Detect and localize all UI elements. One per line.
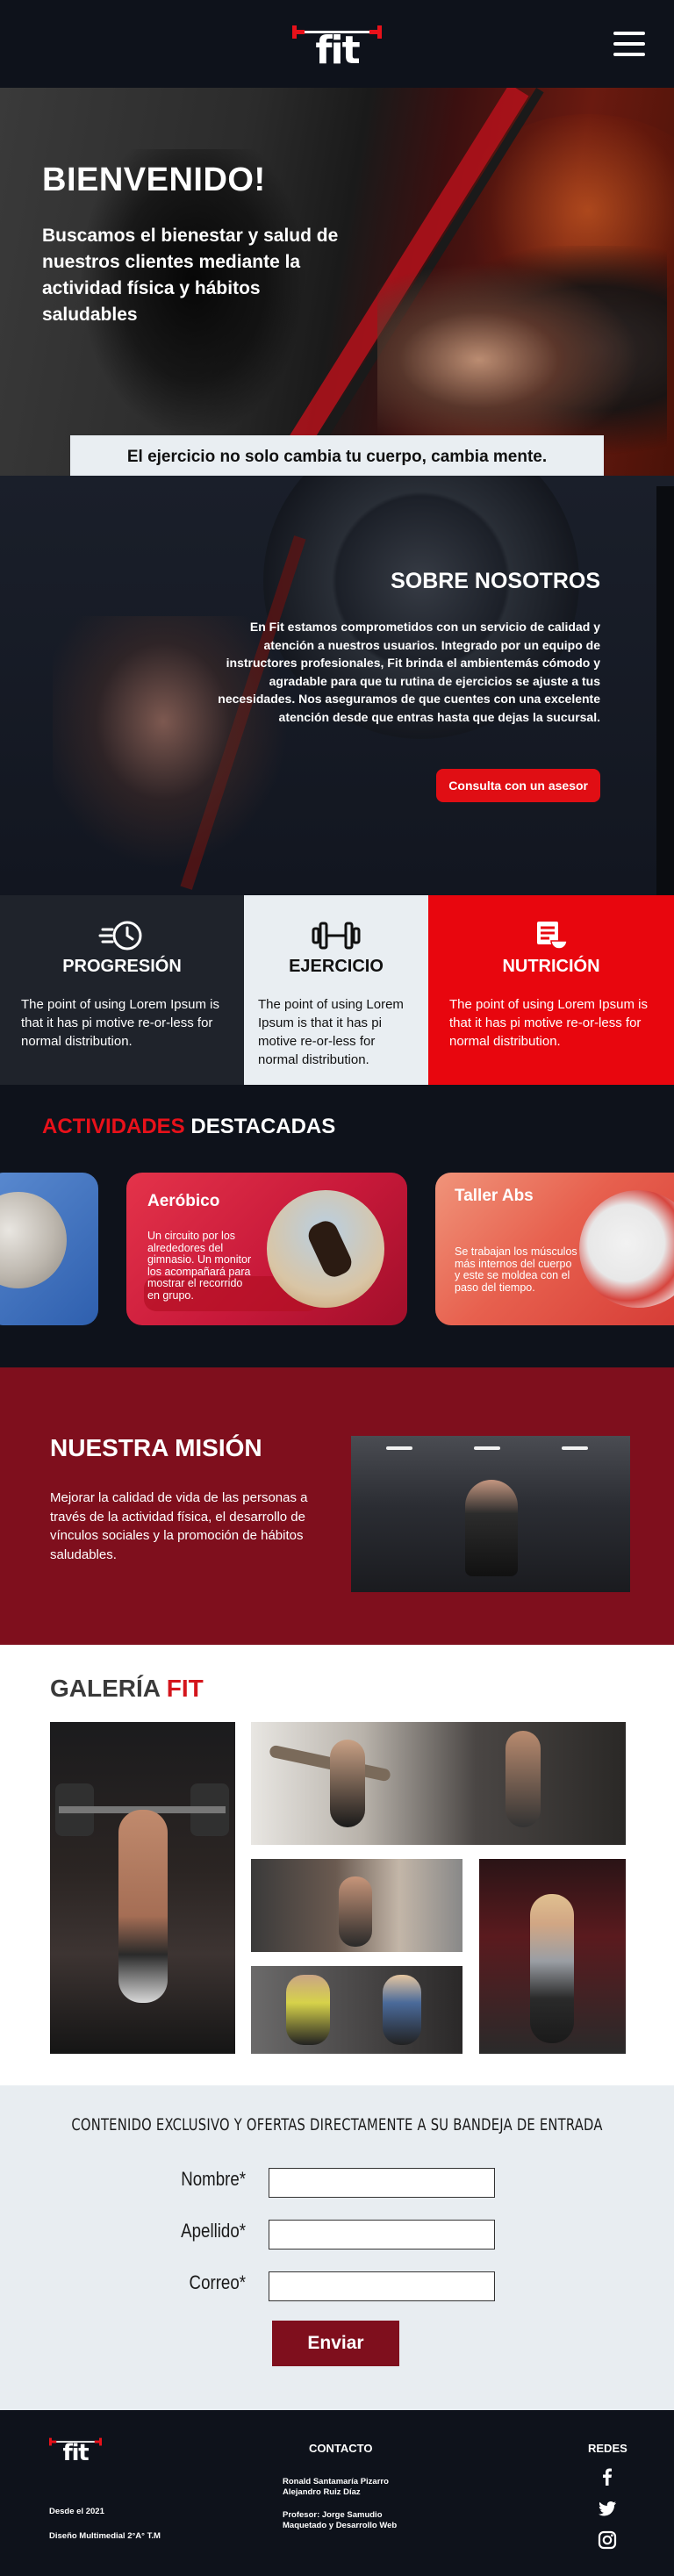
feature-title: PROGRESIÓN bbox=[62, 957, 182, 976]
footer-author-1: Ronald Santamaría Pizarro bbox=[283, 2477, 389, 2486]
activities-section: ACTIVIDADES DESTACADAS Aeróbico Un circu… bbox=[0, 1085, 674, 1367]
gallery-image-battle-ropes[interactable] bbox=[251, 1722, 626, 1845]
fit-logo[interactable]: fit bbox=[292, 18, 382, 70]
gallery-image-training[interactable] bbox=[251, 1859, 462, 1952]
hamburger-menu-icon[interactable] bbox=[613, 32, 645, 56]
first-name-input[interactable] bbox=[269, 2168, 495, 2198]
activities-title: ACTIVIDADES DESTACADAS bbox=[42, 1115, 335, 1139]
features-row: PROGRESIÓN The point of using Lorem Ipsu… bbox=[0, 895, 674, 1085]
mission-gym-photo bbox=[351, 1436, 630, 1592]
first-name-label: Nombre* bbox=[181, 2168, 246, 2190]
hero-quote-banner: El ejercicio no solo cambia tu cuerpo, c… bbox=[70, 435, 604, 476]
site-footer: fit Desde el 2021 Diseño Multimedial 2°A… bbox=[0, 2410, 674, 2576]
gallery-title: GALERÍA FIT bbox=[50, 1675, 204, 1703]
activities-title-rest: DESTACADAS bbox=[184, 1115, 336, 1138]
feature-title: NUTRICIÓN bbox=[502, 957, 600, 976]
hero-section: BIENVENIDO! Buscamos el bienestar y salu… bbox=[0, 88, 674, 476]
footer-contact-title: CONTACTO bbox=[309, 2442, 373, 2455]
mission-text: Mejorar la calidad de vida de las person… bbox=[50, 1490, 308, 1562]
gallery-section: GALERÍA FIT bbox=[0, 1645, 674, 2085]
activity-card-aerobico[interactable]: Aeróbico Un circuito por los alrededores… bbox=[126, 1173, 407, 1325]
email-input[interactable] bbox=[269, 2271, 495, 2301]
email-label: Correo* bbox=[189, 2271, 246, 2293]
last-name-input[interactable] bbox=[269, 2220, 495, 2250]
instagram-icon[interactable] bbox=[597, 2529, 618, 2551]
newsletter-title: CONTENIDO EXCLUSIVO Y OFERTAS DIRECTAMEN… bbox=[71, 2115, 603, 2135]
footer-professor: Profesor: Jorge Samudio bbox=[283, 2510, 383, 2520]
footer-course: Diseño Multimedial 2°A° T.M bbox=[49, 2531, 161, 2541]
activity-card-title: Aeróbico bbox=[147, 1192, 220, 1210]
feature-text: The point of using Lorem Ipsum is that i… bbox=[21, 997, 219, 1049]
feature-text: The point of using Lorem Ipsum is that i… bbox=[258, 997, 404, 1067]
last-name-label: Apellido* bbox=[181, 2220, 246, 2242]
about-text: En Fit estamos comprometidos con un serv… bbox=[218, 620, 600, 724]
activity-card-title: Taller Abs bbox=[455, 1187, 534, 1205]
gallery-title-highlight: FIT bbox=[166, 1675, 204, 1702]
feature-nutricion: NUTRICIÓN The point of using Lorem Ipsum… bbox=[428, 895, 674, 1085]
activities-title-highlight: ACTIVIDADES bbox=[42, 1115, 185, 1138]
runner-photo bbox=[267, 1190, 384, 1308]
mission-section: NUESTRA MISIÓN Mejorar la calidad de vid… bbox=[0, 1367, 674, 1645]
gallery-image-pushups[interactable] bbox=[251, 1966, 462, 2054]
twitter-icon[interactable] bbox=[597, 2498, 618, 2519]
about-section: SOBRE NOSOTROS En Fit estamos comprometi… bbox=[0, 476, 674, 895]
footer-since: Desde el 2021 bbox=[49, 2507, 104, 2516]
nutrition-icon bbox=[537, 922, 568, 950]
feature-text: The point of using Lorem Ipsum is that i… bbox=[449, 997, 648, 1049]
activity-card-partial[interactable] bbox=[0, 1173, 98, 1325]
hero-subtitle: Buscamos el bienestar y salud de nuestro… bbox=[42, 226, 339, 325]
about-title: SOBRE NOSOTROS bbox=[391, 569, 600, 593]
svg-text:fit: fit bbox=[315, 28, 360, 70]
mission-title: NUESTRA MISIÓN bbox=[50, 1434, 262, 1461]
abs-photo bbox=[579, 1190, 674, 1308]
dumbbell-icon bbox=[312, 922, 361, 950]
feature-title: EJERCICIO bbox=[289, 957, 384, 976]
facebook-icon[interactable] bbox=[597, 2466, 618, 2487]
hero-title: BIENVENIDO! bbox=[42, 161, 266, 198]
activity-photo bbox=[0, 1192, 67, 1288]
timer-icon bbox=[98, 921, 142, 951]
activity-card-taller-abs[interactable]: Taller Abs Se trabajan los músculos más … bbox=[435, 1173, 674, 1325]
send-button[interactable]: Enviar bbox=[272, 2321, 399, 2366]
svg-text:fit: fit bbox=[63, 2440, 90, 2465]
activity-card-text: Se trabajan los músculos más internos de… bbox=[455, 1245, 577, 1294]
about-edge bbox=[656, 486, 674, 895]
footer-author-2: Alejandro Ruiz Díaz bbox=[283, 2487, 361, 2497]
gallery-image-squat[interactable] bbox=[50, 1722, 235, 2054]
consult-advisor-button[interactable]: Consulta con un asesor bbox=[436, 769, 600, 802]
feature-progresion: PROGRESIÓN The point of using Lorem Ipsu… bbox=[0, 895, 244, 1085]
page: fit BIENVENIDO! Buscamos el bienestar y … bbox=[0, 0, 674, 2576]
feature-ejercicio: EJERCICIO The point of using Lorem Ipsum… bbox=[244, 895, 428, 1085]
gallery-title-text: GALERÍA bbox=[50, 1675, 160, 1702]
newsletter-section: CONTENIDO EXCLUSIVO Y OFERTAS DIRECTAMEN… bbox=[0, 2085, 674, 2410]
footer-social-title: REDES bbox=[588, 2442, 627, 2455]
site-header: fit bbox=[0, 0, 674, 88]
gallery-image-kettlebell[interactable] bbox=[479, 1859, 626, 2054]
footer-fit-logo[interactable]: fit bbox=[49, 2433, 102, 2465]
activity-card-text: Un circuito por los alrededores del gimn… bbox=[147, 1230, 252, 1302]
footer-subject: Maquetado y Desarrollo Web bbox=[283, 2521, 398, 2530]
